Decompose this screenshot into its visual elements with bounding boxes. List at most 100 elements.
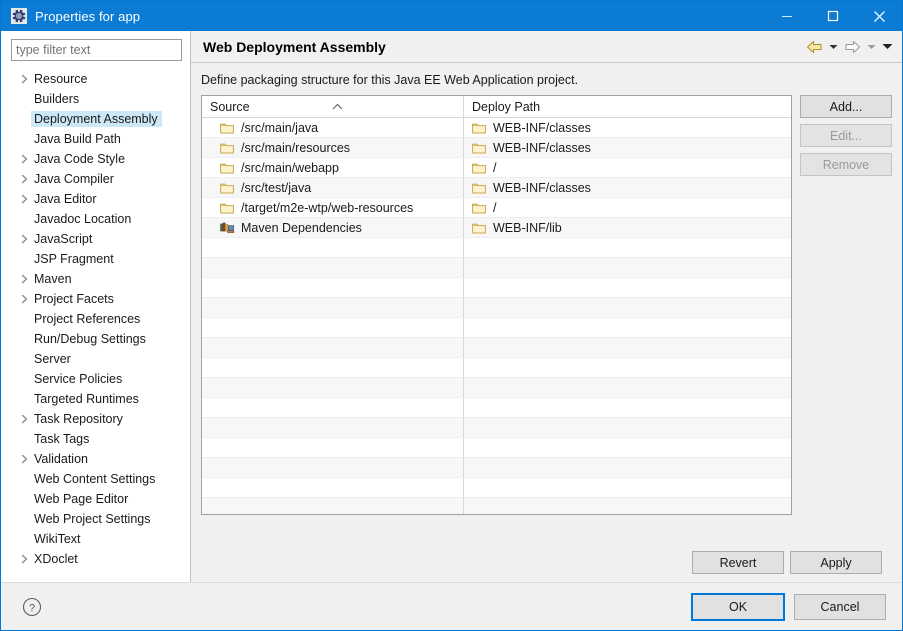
settings-sidebar: Resource Builders Deployment Assembly Java …	[1, 31, 191, 582]
table-row[interactable]: /src/main/resources WEB-INF/classes	[202, 138, 791, 158]
table-row[interactable]: /src/test/java WEB-INF/classes	[202, 178, 791, 198]
table-row[interactable]: Maven Dependencies WEB-INF/lib	[202, 218, 791, 238]
table-row[interactable]: /src/main/webapp /	[202, 158, 791, 178]
sidebar-item-task-tags[interactable]: Task Tags	[1, 429, 190, 449]
chevron-right-icon[interactable]	[17, 274, 31, 284]
cancel-button[interactable]: Cancel	[794, 593, 886, 620]
folder-icon	[220, 182, 236, 194]
cell-source-label: /src/main/java	[241, 120, 319, 135]
cell-source: /src/main/java	[202, 118, 464, 137]
sidebar-item-javadoc-location[interactable]: Javadoc Location	[1, 209, 190, 229]
cell-deploy-path-label: WEB-INF/classes	[493, 120, 591, 135]
sidebar-item-xdoclet[interactable]: XDoclet	[1, 549, 190, 569]
sidebar-item-label: Server	[34, 352, 71, 366]
library-icon	[220, 221, 236, 234]
sidebar-item-label: Web Content Settings	[34, 472, 156, 486]
maximize-button[interactable]	[810, 1, 856, 31]
title-bar: Properties for app	[1, 1, 902, 31]
chevron-right-icon[interactable]	[17, 294, 31, 304]
chevron-right-icon[interactable]	[17, 174, 31, 184]
table-row[interactable]: /src/main/java WEB-INF/classes	[202, 118, 791, 138]
cell-empty	[202, 418, 464, 437]
cell-deploy-path: WEB-INF/classes	[464, 118, 791, 137]
edit-button-label: Edit...	[830, 128, 862, 143]
filter-input[interactable]	[11, 39, 182, 61]
sidebar-item-run-debug-settings[interactable]: Run/Debug Settings	[1, 329, 190, 349]
cell-empty	[202, 278, 464, 297]
sidebar-item-project-references[interactable]: Project References	[1, 309, 190, 329]
add-button-label: Add...	[829, 99, 863, 114]
sidebar-item-builders[interactable]: Builders	[1, 89, 190, 109]
cell-empty	[202, 298, 464, 317]
sidebar-item-javascript[interactable]: JavaScript	[1, 229, 190, 249]
chevron-right-icon[interactable]	[17, 74, 31, 84]
sidebar-item-label: Web Page Editor	[34, 492, 129, 506]
sidebar-item-label: Resource	[34, 72, 88, 86]
close-button[interactable]	[856, 1, 902, 31]
back-dropdown-chevron-down-icon[interactable]	[826, 37, 840, 57]
table-row-empty	[202, 398, 791, 418]
sidebar-item-web-content-settings[interactable]: Web Content Settings	[1, 469, 190, 489]
cell-empty	[464, 238, 791, 257]
table-row-empty	[202, 278, 791, 298]
forward-arrow-icon[interactable]	[842, 37, 862, 57]
sidebar-item-label: Service Policies	[34, 372, 123, 386]
cell-source: /target/m2e-wtp/web-resources	[202, 198, 464, 217]
sidebar-item-web-page-editor[interactable]: Web Page Editor	[1, 489, 190, 509]
folder-icon	[220, 202, 236, 214]
sidebar-item-maven[interactable]: Maven	[1, 269, 190, 289]
sidebar-item-targeted-runtimes[interactable]: Targeted Runtimes	[1, 389, 190, 409]
chevron-right-icon[interactable]	[17, 554, 31, 564]
back-arrow-icon[interactable]	[804, 37, 824, 57]
settings-tree[interactable]: Resource Builders Deployment Assembly Java …	[1, 67, 190, 582]
cell-empty	[464, 258, 791, 277]
sidebar-item-web-project-settings[interactable]: Web Project Settings	[1, 509, 190, 529]
assembly-table[interactable]: Source Deploy Path /src/main/java WEB-INF…	[201, 95, 792, 515]
chevron-right-icon[interactable]	[17, 414, 31, 424]
minimize-button[interactable]	[764, 1, 810, 31]
chevron-right-icon[interactable]	[17, 234, 31, 244]
sidebar-item-wikitext[interactable]: WikiText	[1, 529, 190, 549]
cell-source: Maven Dependencies	[202, 218, 464, 237]
table-body: /src/main/java WEB-INF/classes/src/main/r…	[202, 118, 791, 514]
ok-button[interactable]: OK	[691, 592, 785, 621]
chevron-right-icon[interactable]	[17, 454, 31, 464]
page-menu-chevron-down-icon[interactable]	[880, 37, 894, 57]
sidebar-item-label: Project References	[34, 312, 141, 326]
sidebar-item-label: Java Editor	[34, 192, 97, 206]
column-header-deploy-path[interactable]: Deploy Path	[464, 96, 791, 117]
cell-deploy-path: WEB-INF/classes	[464, 178, 791, 197]
sidebar-item-validation[interactable]: Validation	[1, 449, 190, 469]
column-header-deploy-path-label: Deploy Path	[472, 99, 541, 114]
forward-dropdown-chevron-down-icon[interactable]	[864, 37, 878, 57]
sidebar-item-service-policies[interactable]: Service Policies	[1, 369, 190, 389]
sidebar-item-java-build-path[interactable]: Java Build Path	[1, 129, 190, 149]
sidebar-item-task-repository[interactable]: Task Repository	[1, 409, 190, 429]
chevron-right-icon[interactable]	[17, 154, 31, 164]
cell-deploy-path-label: /	[493, 200, 497, 215]
sidebar-item-project-facets[interactable]: Project Facets	[1, 289, 190, 309]
column-header-source[interactable]: Source	[202, 96, 464, 117]
sidebar-item-java-editor[interactable]: Java Editor	[1, 189, 190, 209]
sidebar-item-java-compiler[interactable]: Java Compiler	[1, 169, 190, 189]
sidebar-item-java-code-style[interactable]: Java Code Style	[1, 149, 190, 169]
cell-empty	[202, 358, 464, 377]
sidebar-item-label: Project Facets	[34, 292, 114, 306]
sidebar-item-server[interactable]: Server	[1, 349, 190, 369]
table-row-empty	[202, 458, 791, 478]
sidebar-item-jsp-fragment[interactable]: JSP Fragment	[1, 249, 190, 269]
page-title: Web Deployment Assembly	[203, 38, 386, 55]
table-row-empty	[202, 418, 791, 438]
sidebar-item-deployment-assembly[interactable]: Deployment Assembly	[1, 109, 190, 129]
table-row[interactable]: /target/m2e-wtp/web-resources /	[202, 198, 791, 218]
sidebar-item-label: Javadoc Location	[34, 212, 132, 226]
sidebar-item-resource[interactable]: Resource	[1, 69, 190, 89]
remove-button-label: Remove	[822, 157, 870, 172]
help-icon[interactable]: ?	[21, 596, 43, 618]
add-button[interactable]: Add...	[800, 95, 892, 118]
apply-button[interactable]: Apply	[790, 551, 882, 574]
chevron-right-icon[interactable]	[17, 194, 31, 204]
cell-source-label: /src/main/resources	[241, 140, 351, 155]
revert-button[interactable]: Revert	[692, 551, 784, 574]
cell-empty	[464, 298, 791, 317]
